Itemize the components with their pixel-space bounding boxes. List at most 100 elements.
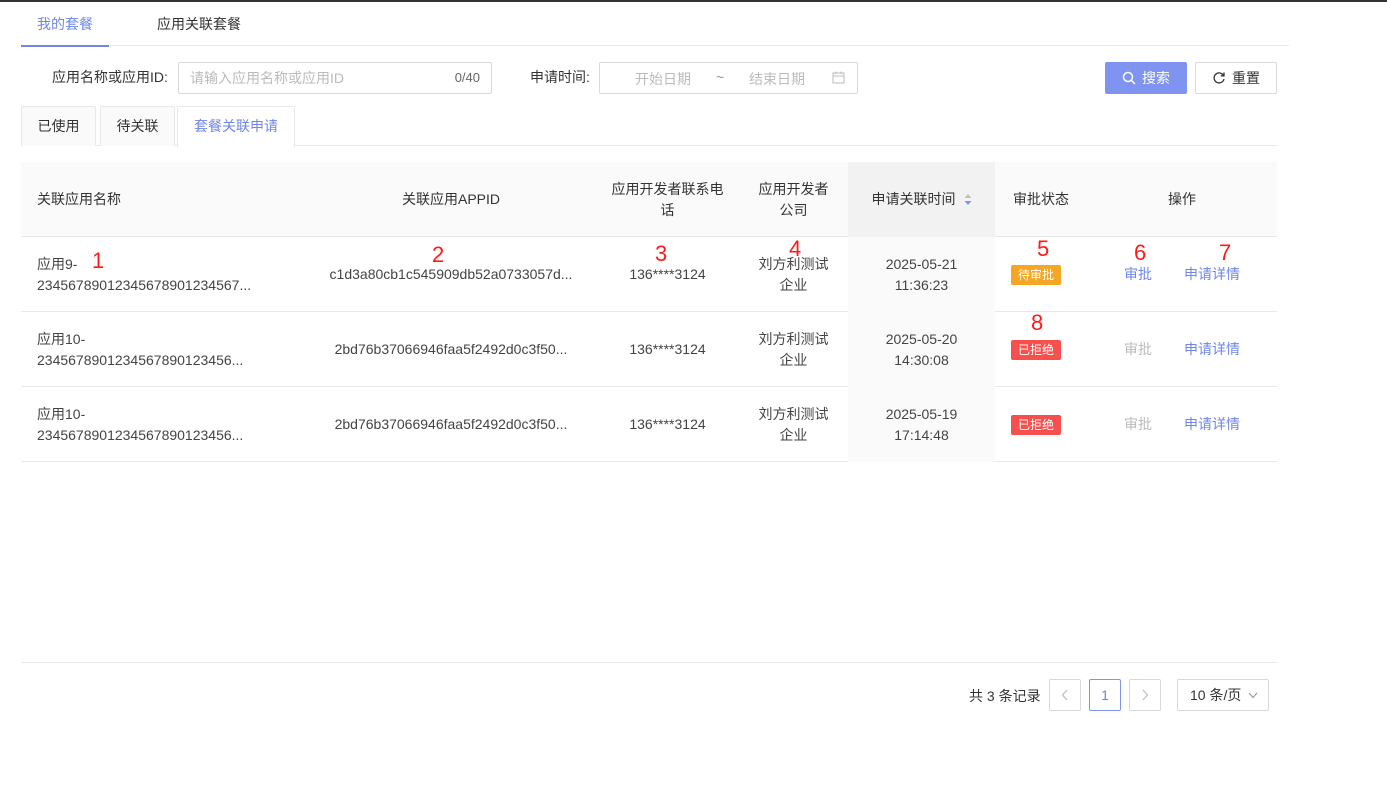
app-name-line2: 23456789012345678901234567... bbox=[37, 276, 252, 293]
chevron-left-icon bbox=[1061, 689, 1068, 701]
appid-value: 2bd76b37066946faa5f2492d0c3f50... bbox=[334, 341, 568, 357]
cell-app-name: 应用9- 23456789012345678901234567... bbox=[37, 237, 273, 312]
request-detail-link[interactable]: 申请详情 bbox=[1184, 339, 1240, 359]
header-phone-line2: 话 bbox=[660, 201, 675, 218]
apply-clock: 14:30:08 bbox=[894, 351, 949, 368]
search-icon bbox=[1122, 71, 1136, 85]
annotation-marker: 1 bbox=[92, 248, 105, 273]
app-name-line2: 2345678901234567890123456... bbox=[37, 351, 244, 368]
app-name-line1: 应用10- bbox=[37, 405, 86, 422]
cell-apply-time: 2025-05-19 17:14:48 bbox=[848, 387, 995, 462]
cell-apply-time: 2025-05-20 14:30:08 bbox=[848, 312, 995, 387]
prev-page-button[interactable] bbox=[1049, 679, 1081, 711]
cell-phone: 136****3124 bbox=[629, 416, 706, 432]
company-line1: 刘方利测试 bbox=[758, 330, 829, 347]
header-actions: 操作 bbox=[1168, 191, 1196, 207]
table-row: 应用9- 23456789012345678901234567... c1d3a… bbox=[21, 237, 1277, 312]
annotation-marker: 5 bbox=[1037, 236, 1050, 261]
page-1-button[interactable]: 1 bbox=[1089, 679, 1121, 711]
cell-phone: 136****3124 bbox=[629, 341, 706, 357]
end-date-placeholder[interactable]: 结束日期 bbox=[749, 69, 805, 89]
annotation-marker: 3 bbox=[655, 241, 668, 266]
page-size-value: 10 条/页 bbox=[1190, 687, 1242, 703]
table-row: 应用10- 2345678901234567890123456... 2bd76… bbox=[21, 312, 1277, 387]
app-name-input[interactable] bbox=[179, 63, 439, 93]
company-line2: 企业 bbox=[779, 426, 808, 443]
search-button-label: 搜索 bbox=[1142, 70, 1170, 86]
apply-date: 2025-05-19 bbox=[885, 405, 958, 422]
cell-apply-time: 2025-05-21 11:36:23 bbox=[848, 237, 995, 312]
appid-value: c1d3a80cb1c545909db52a0733057d... bbox=[329, 266, 573, 282]
annotation-marker: 7 bbox=[1219, 240, 1232, 265]
apply-time-label: 申请时间: bbox=[530, 69, 590, 85]
header-company-line1: 应用开发者 bbox=[758, 180, 829, 197]
refresh-icon bbox=[1213, 72, 1225, 84]
char-counter: 0/40 bbox=[454, 70, 480, 85]
company-line2: 企业 bbox=[779, 276, 808, 293]
header-phone: 应用开发者联系电 话 bbox=[605, 162, 730, 237]
cell-company: 刘方利测试 企业 bbox=[741, 387, 846, 462]
reset-button-label: 重置 bbox=[1232, 70, 1260, 86]
app-name-line1: 应用9- bbox=[37, 255, 78, 272]
approve-link[interactable]: 审批 bbox=[1124, 414, 1152, 434]
request-detail-link[interactable]: 申请详情 bbox=[1184, 414, 1240, 434]
annotation-marker: 8 bbox=[1031, 310, 1044, 335]
header-phone-line1: 应用开发者联系电 bbox=[611, 180, 724, 197]
status-badge: 已拒绝 bbox=[1011, 414, 1062, 435]
reset-button[interactable]: 重置 bbox=[1195, 62, 1277, 94]
header-appid: 关联应用APPID bbox=[401, 191, 500, 207]
start-date-placeholder[interactable]: 开始日期 bbox=[635, 69, 691, 89]
header-company-line2: 公司 bbox=[779, 201, 808, 218]
app-name-line1: 应用10- bbox=[37, 330, 86, 347]
date-separator: ~ bbox=[716, 69, 725, 85]
cell-app-name: 应用10- 2345678901234567890123456... bbox=[37, 387, 273, 462]
app-name-input-wrapper[interactable]: 0/40 bbox=[178, 62, 492, 94]
sub-tabs: 已使用 待关联 套餐关联申请 bbox=[21, 106, 1277, 147]
cell-company: 刘方利测试 企业 bbox=[741, 312, 846, 387]
apply-date: 2025-05-20 bbox=[885, 330, 958, 347]
table-header: 关联应用名称 关联应用APPID 应用开发者联系电 话 应用开发者 公司 申请关… bbox=[21, 162, 1277, 237]
pagination-divider bbox=[21, 662, 1277, 663]
annotation-marker: 4 bbox=[789, 236, 802, 261]
tab-my-packages[interactable]: 我的套餐 bbox=[21, 2, 109, 47]
total-records: 共 3 条记录 bbox=[969, 688, 1041, 704]
tab-used[interactable]: 已使用 bbox=[21, 106, 96, 146]
apply-date: 2025-05-21 bbox=[885, 255, 958, 272]
next-page-button[interactable] bbox=[1129, 679, 1161, 711]
request-detail-link[interactable]: 申请详情 bbox=[1184, 264, 1240, 284]
header-company: 应用开发者 公司 bbox=[741, 162, 846, 237]
top-tabs: 我的套餐 应用关联套餐 bbox=[21, 2, 1289, 47]
annotation-marker: 2 bbox=[432, 242, 445, 267]
tab-app-linked-packages[interactable]: 应用关联套餐 bbox=[149, 2, 249, 46]
app-name-label: 应用名称或应用ID: bbox=[52, 69, 168, 85]
status-badge: 已拒绝 bbox=[1011, 339, 1062, 360]
chevron-down-icon bbox=[1248, 692, 1258, 699]
approve-link[interactable]: 审批 bbox=[1124, 339, 1152, 359]
sort-icon[interactable] bbox=[964, 193, 972, 206]
cell-appid: 2bd76b37066946faa5f2492d0c3f50... bbox=[321, 312, 581, 387]
table-row: 应用10- 2345678901234567890123456... 2bd76… bbox=[21, 387, 1277, 462]
header-apply-time-label: 申请关联时间 bbox=[871, 191, 956, 207]
cell-status: 已拒绝 bbox=[1011, 387, 1091, 462]
search-button[interactable]: 搜索 bbox=[1105, 62, 1187, 94]
tab-link-requests[interactable]: 套餐关联申请 bbox=[177, 106, 295, 147]
tab-pending-link[interactable]: 待关联 bbox=[100, 106, 175, 146]
page-size-select[interactable]: 10 条/页 bbox=[1177, 679, 1269, 711]
apply-clock: 17:14:48 bbox=[894, 426, 949, 443]
header-status: 审批状态 bbox=[1013, 191, 1069, 207]
calendar-icon bbox=[832, 71, 845, 84]
cell-phone: 136****3124 bbox=[629, 266, 706, 282]
approve-link[interactable]: 审批 bbox=[1124, 264, 1152, 284]
cell-appid: 2bd76b37066946faa5f2492d0c3f50... bbox=[321, 387, 581, 462]
company-line1: 刘方利测试 bbox=[758, 405, 829, 422]
date-range-picker[interactable]: 开始日期 ~ 结束日期 bbox=[599, 62, 858, 94]
cell-status: 待审批 bbox=[1011, 237, 1091, 312]
header-app-name: 关联应用名称 bbox=[37, 191, 121, 207]
appid-value: 2bd76b37066946faa5f2492d0c3f50... bbox=[334, 416, 568, 432]
header-apply-time[interactable]: 申请关联时间 bbox=[848, 162, 995, 237]
company-line2: 企业 bbox=[779, 351, 808, 368]
cell-appid: c1d3a80cb1c545909db52a0733057d... bbox=[321, 237, 581, 312]
app-name-line2: 2345678901234567890123456... bbox=[37, 426, 244, 443]
cell-app-name: 应用10- 2345678901234567890123456... bbox=[37, 312, 273, 387]
apply-clock: 11:36:23 bbox=[894, 276, 949, 293]
